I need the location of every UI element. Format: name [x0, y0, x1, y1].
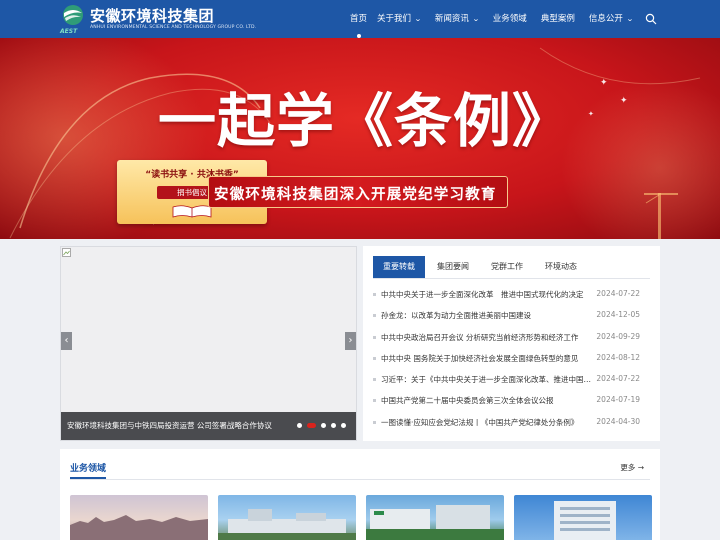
city-skyline-image — [70, 515, 208, 540]
site-logo[interactable]: AEST 安徽环境科技集团 ANHUI ENVIRONMENTAL SCIENC… — [60, 4, 256, 35]
nav-item-label: 典型案例 — [540, 14, 575, 24]
business-card[interactable] — [514, 495, 652, 540]
banner-subtitle: 安徽环境科技集团深入开展党纪学习教育 — [214, 186, 497, 203]
slider-prev-button[interactable]: ‹ — [61, 332, 72, 350]
nav-item[interactable]: 新闻资讯 ⌄ — [434, 0, 480, 38]
news-item[interactable]: 习近平：关于《中共中央关于进一步全面深化改革、推进中国式现代化的决定》的说明20… — [373, 369, 650, 390]
crane-icon — [644, 193, 678, 239]
bird-icon: ✦ — [620, 96, 628, 106]
business-card[interactable] — [70, 495, 208, 540]
news-item-date: 2024-08-12 — [596, 352, 640, 362]
business-card[interactable] — [218, 495, 356, 540]
more-link[interactable]: 更多 → — [620, 462, 644, 473]
slider-next-button[interactable]: › — [345, 332, 356, 350]
nav-item[interactable]: 信息公开 ⌄ — [588, 0, 634, 38]
news-item[interactable]: 一图读懂·应知应会党纪法规丨《中国共产党纪律处分条例》 2024-04-30 — [373, 412, 650, 433]
search-icon[interactable] — [645, 13, 657, 25]
slider-dot[interactable] — [341, 423, 346, 428]
business-section: 业务领域 更多 → — [60, 449, 660, 540]
news-item-date: 2024-07-22 — [596, 289, 640, 298]
news-item-title[interactable]: 中国共产党第二十届中央委员会第三次全体会议公报 — [381, 395, 594, 406]
news-item-date: 2024-09-29 — [596, 331, 640, 341]
bird-icon: ✦ — [600, 78, 608, 88]
news-tabs: 重要转载 集团要闻 党群工作 环境动态 — [373, 256, 589, 278]
hero-banner[interactable]: ✦ ✦ ✦ ✦ ✦ 一起学《条例》 “读书共享 · 共沐书香” 捐书倡议 安徽环… — [0, 38, 720, 239]
chevron-down-icon: ⌄ — [414, 15, 422, 23]
logo-text-en: ANHUI ENVIRONMENTAL SCIENCE AND TECHNOLO… — [90, 25, 257, 30]
nav-item-label: 信息公开 — [588, 14, 623, 24]
news-item-date: 2024-12-05 — [596, 310, 640, 320]
nav-item[interactable]: 典型案例 — [541, 0, 575, 38]
nav-item[interactable]: 业务领域 — [493, 0, 527, 38]
banner-title: 一起学《条例》 — [158, 87, 572, 155]
more-link-label: 更多 — [620, 463, 636, 472]
logo-text-cn: 安徽环境科技集团 — [90, 7, 215, 25]
industrial-plant-image — [218, 509, 356, 540]
news-tab[interactable]: 重要转载 — [373, 256, 425, 278]
news-item-date: 2024-07-19 — [596, 395, 640, 405]
news-item-title[interactable]: 孙金龙：以改革为动力全面推进美丽中国建设 — [381, 310, 594, 321]
news-item[interactable]: 中国共产党第二十届中央委员会第三次全体会议公报 2024-07-19 — [373, 390, 650, 411]
water-plant-image — [366, 505, 504, 540]
news-item[interactable]: 中共中央政治局召开会议 分析研究当前经济形势和经济工作 2024-09-29 — [373, 327, 650, 348]
slider-pagination — [292, 423, 346, 428]
chevron-down-icon: ⌄ — [625, 15, 634, 23]
news-list: 中共中央关于进一步全面深化改革 推进中国式现代化的决定 2024-07-22 孙金龙… — [373, 284, 650, 433]
slider-dot[interactable] — [297, 423, 302, 428]
bird-icon: ✦ — [588, 110, 594, 118]
nav-item[interactable]: 关于我们 ⌄ — [377, 0, 422, 38]
news-tab[interactable]: 集团要闻 — [427, 256, 479, 278]
news-item-title[interactable]: 一图读懂·应知应会党纪法规丨《中国共产党纪律处分条例》 — [381, 417, 594, 428]
slider-dot[interactable] — [307, 423, 316, 428]
news-item-title[interactable]: 习近平：关于《中共中央关于进一步全面深化改革、推进中国式现代化的决定》的说明 — [381, 374, 594, 385]
business-card[interactable] — [366, 495, 504, 540]
slider-dot[interactable] — [321, 423, 326, 428]
section-title: 业务领域 — [70, 464, 107, 474]
news-tab[interactable]: 党群工作 — [481, 256, 533, 278]
tab-divider — [373, 278, 650, 279]
news-item[interactable]: 孙金龙：以改革为动力全面推进美丽中国建设 2024-12-05 — [373, 305, 650, 326]
site-header: AEST 安徽环境科技集团 ANHUI ENVIRONMENTAL SCIENC… — [0, 0, 720, 38]
logo-tag: AEST — [60, 28, 78, 35]
broken-image-icon — [62, 248, 71, 257]
news-panel: 重要转载 集团要闻 党群工作 环境动态 中共中央关于进一步全面深化改革 推进中国式现代… — [363, 246, 660, 441]
nav-item-label: 首页 — [350, 14, 368, 24]
nav-item-label: 新闻资讯 — [434, 14, 469, 24]
news-item-date: 2024-04-30 — [596, 416, 640, 426]
slider-caption-bar: 安徽环境科技集团与中铁四局投资运营 公司签署战略合作协议 — [61, 412, 356, 440]
news-item-title[interactable]: 中共中央 国务院关于加快经济社会发展全面绿色转型的意见 — [381, 353, 594, 364]
office-building-image — [554, 501, 616, 540]
nav-item-label: 业务领域 — [492, 14, 527, 24]
news-item[interactable]: 中共中央关于进一步全面深化改革 推进中国式现代化的决定 2024-07-22 — [373, 284, 650, 305]
nav-item-label: 关于我们 — [377, 14, 412, 24]
news-item-title[interactable]: 中共中央政治局召开会议 分析研究当前经济形势和经济工作 — [381, 332, 594, 343]
news-tab[interactable]: 环境动态 — [535, 256, 587, 278]
slider-dot[interactable] — [331, 423, 336, 428]
news-item[interactable]: 中共中央 国务院关于加快经济社会发展全面绿色转型的意见 2024-08-12 — [373, 348, 650, 369]
section-divider — [70, 479, 650, 480]
main-nav: 首页 关于我们 ⌄ 新闻资讯 ⌄ 业务领域 典型案例 信息公开 ⌄ — [340, 0, 634, 38]
open-book-icon — [172, 205, 212, 218]
arrow-right-icon: → — [637, 463, 644, 472]
chevron-down-icon: ⌄ — [472, 15, 480, 23]
slider-caption[interactable]: 安徽环境科技集团与中铁四局投资运营 公司签署战略合作协议 — [67, 420, 272, 431]
nav-item[interactable]: 首页 — [350, 0, 367, 38]
news-item-date: 2024-07-22 — [596, 374, 640, 384]
news-slider[interactable]: ‹ › 安徽环境科技集团与中铁四局投资运营 公司签署战略合作协议 — [60, 246, 357, 441]
news-item-title[interactable]: 中共中央关于进一步全面深化改革 推进中国式现代化的决定 — [381, 289, 594, 300]
